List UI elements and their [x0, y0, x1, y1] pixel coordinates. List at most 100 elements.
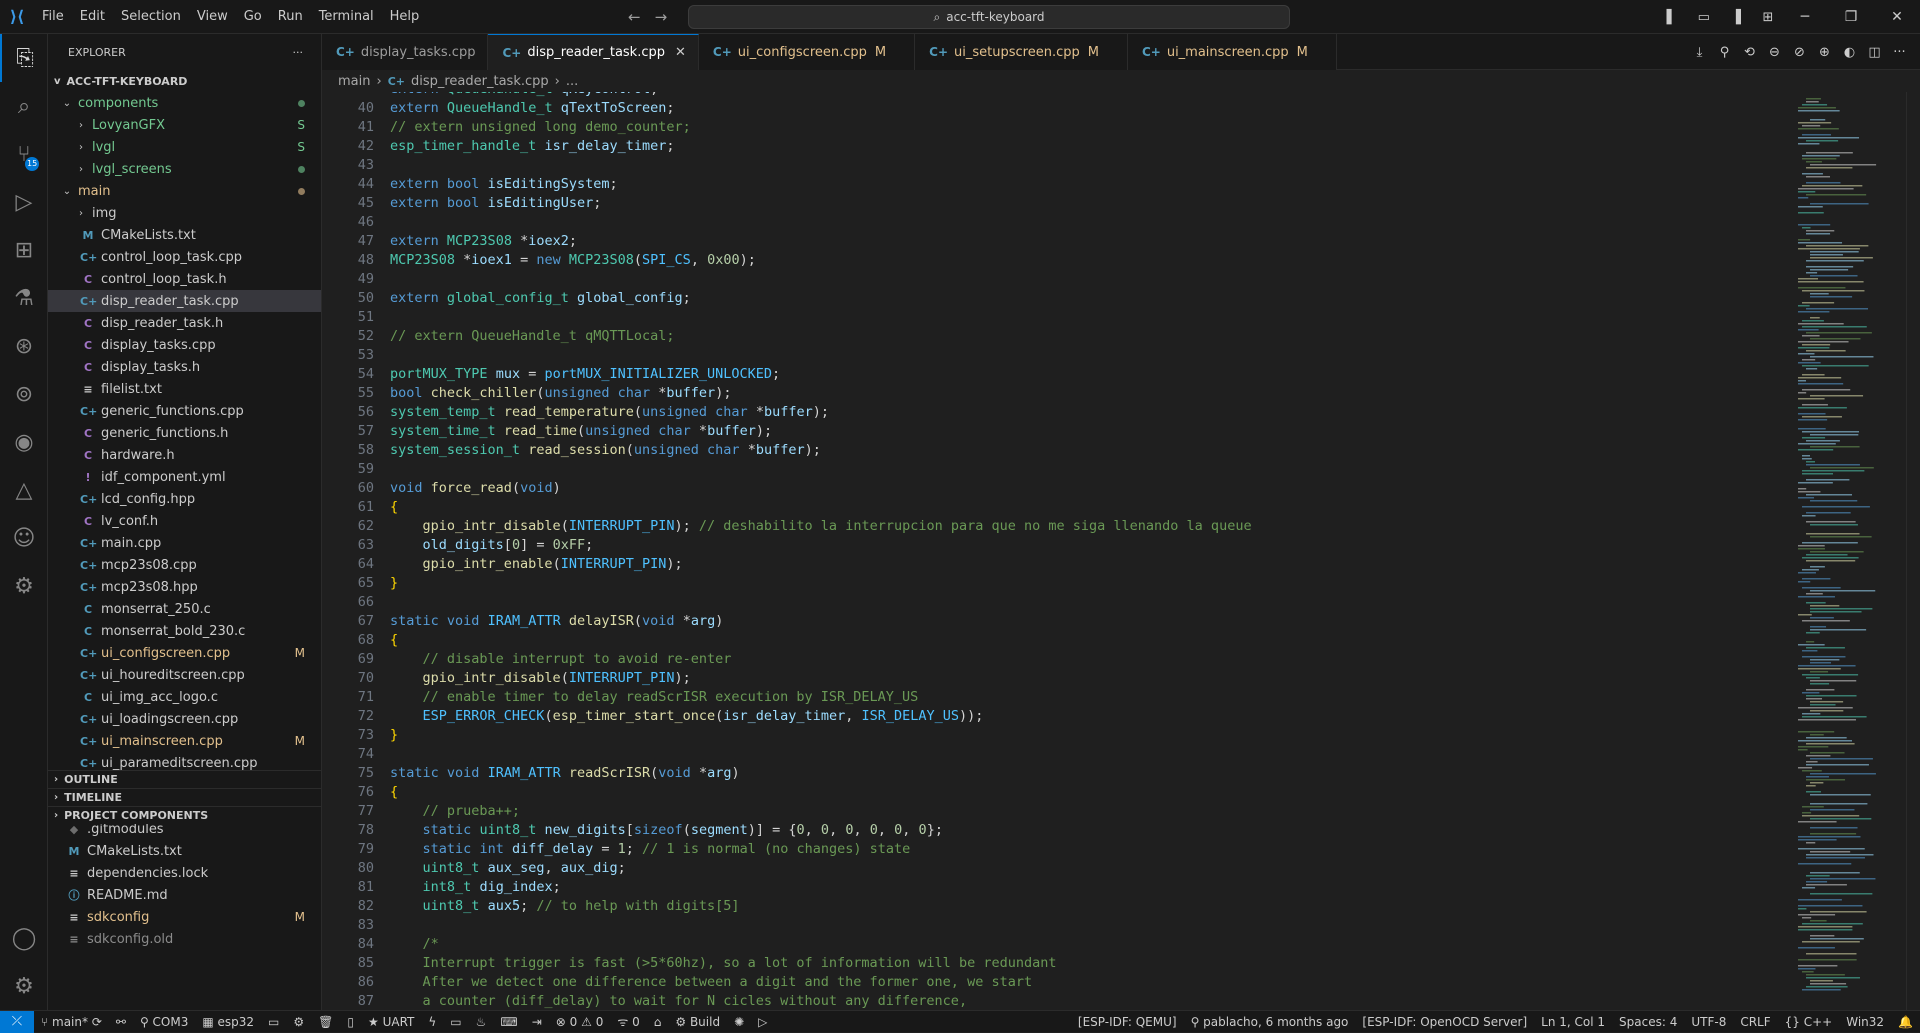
device-icon[interactable]: ⚙ — [0, 562, 48, 610]
source-control-icon[interactable]: ⑂ 15 — [0, 130, 48, 178]
code-line[interactable]: 62 gpio_intr_disable(INTERRUPT_PIN); // … — [322, 517, 1782, 536]
restore-button[interactable]: ❐ — [1828, 9, 1874, 25]
file-item[interactable]: C+ mcp23s08.hpp — [48, 576, 321, 598]
code-line[interactable]: 68 { — [322, 631, 1782, 650]
search-view-icon[interactable]: ⌕ — [0, 82, 48, 130]
toggle-secondary-sidebar-icon[interactable]: ▐ — [1722, 10, 1750, 25]
accounts-icon[interactable]: ◯ — [0, 914, 48, 962]
menu-edit[interactable]: Edit — [72, 0, 113, 34]
section-timeline[interactable]: › TIMELINE — [48, 788, 321, 806]
customize-layout-icon[interactable]: ⊞ — [1754, 10, 1782, 25]
open-changes-icon[interactable]: ◐ — [1837, 45, 1862, 60]
git-forward-icon[interactable]: ⊘ — [1787, 45, 1812, 60]
indentation[interactable]: Spaces: 4 — [1612, 1015, 1684, 1029]
code-line[interactable]: 65} — [322, 574, 1782, 593]
problems-item[interactable]: ⊗ 0 ⚠ 0 — [549, 1015, 611, 1029]
extensions-icon[interactable]: ⊞ — [0, 226, 48, 274]
platform[interactable]: Win32 — [1839, 1015, 1891, 1029]
code-line[interactable]: 67 static void IRAM_ATTR delayISR(void *a… — [322, 612, 1782, 631]
build-item[interactable]: ⚙ Build — [668, 1015, 727, 1029]
code-line[interactable]: 57 system_time_t read_time(unsigned char … — [322, 422, 1782, 441]
code-line[interactable]: 71 // enable timer to delay readScrISR e… — [322, 688, 1782, 707]
explorer-icon[interactable]: ⎘ — [0, 34, 48, 82]
toggle-sidebar-icon[interactable]: ▌ — [1658, 10, 1686, 25]
breadcrumb-folder[interactable]: main — [338, 74, 370, 89]
notifications-bell-icon[interactable]: 🔔 — [1891, 1015, 1920, 1029]
line-ending[interactable]: CRLF — [1733, 1015, 1777, 1029]
code-line[interactable]: 47 extern MCP23S08 *ioex2; — [322, 232, 1782, 251]
code-line[interactable]: 45 extern bool isEditingUser; — [322, 194, 1782, 213]
encoding[interactable]: UTF-8 — [1684, 1015, 1733, 1029]
folder-item[interactable]: › img — [48, 202, 321, 224]
code-line[interactable]: 87 a counter (diff_delay) to wait for N … — [322, 992, 1782, 1010]
close-tab-icon[interactable]: ✕ — [675, 45, 686, 60]
manage-gear-icon[interactable]: ⚙ — [0, 962, 48, 1010]
flash-icon[interactable]: ϟ — [421, 1015, 443, 1029]
code-line[interactable]: 77 // prueba++; — [322, 802, 1782, 821]
debug-icon[interactable]: ⇥ — [525, 1015, 549, 1029]
tab-display-tasks-cpp[interactable]: C+ display_tasks.cpp — [322, 34, 489, 70]
file-item[interactable]: M CMakeLists.txt — [48, 840, 321, 862]
code-line[interactable]: 56 system_temp_t read_temperature(unsigne… — [322, 403, 1782, 422]
code-line[interactable]: 44 extern bool isEditingSystem; — [322, 175, 1782, 194]
file-item[interactable]: C+ ui_configscreen.cpp M — [48, 642, 321, 664]
code-line[interactable]: 80 uint8_t aux_seg, aux_dig; — [322, 859, 1782, 878]
trash-icon[interactable]: 🗑 — [311, 1015, 340, 1029]
platformio-icon[interactable]: ☺ — [0, 514, 48, 562]
testing-icon[interactable]: ⚗ — [0, 274, 48, 322]
code-line[interactable]: 60 void force_read(void) — [322, 479, 1782, 498]
code-line[interactable]: 64 gpio_intr_enable(INTERRUPT_PIN); — [322, 555, 1782, 574]
code-line[interactable]: 76 { — [322, 783, 1782, 802]
bug-icon[interactable]: ✺ — [727, 1015, 751, 1029]
ports-item[interactable]: ᯤ 0 — [610, 1013, 646, 1030]
code-line[interactable]: 43 — [322, 156, 1782, 175]
breadcrumb-symbol[interactable]: ... — [566, 74, 578, 89]
code-line[interactable]: 69 // disable interrupt to avoid re-ente… — [322, 650, 1782, 669]
file-item[interactable]: Ccontrol_loop_task.h — [48, 268, 321, 290]
menu-run[interactable]: Run — [270, 0, 311, 34]
minimize-button[interactable]: ─ — [1782, 9, 1828, 25]
code-line[interactable]: 53 — [322, 346, 1782, 365]
code-line[interactable]: extern QueueHandle_t qKeyControl; — [322, 92, 1782, 99]
code-line[interactable]: 81 int8_t dig_index; — [322, 878, 1782, 897]
qemu-item[interactable]: [ESP-IDF: QEMU] — [1071, 1015, 1184, 1029]
command-center[interactable]: ⌕ acc-tft-keyboard — [688, 5, 1290, 29]
code-line[interactable]: 51 — [322, 308, 1782, 327]
code-line[interactable]: 61 { — [322, 498, 1782, 517]
remote-explorer-icon[interactable]: ⊚ — [0, 370, 48, 418]
file-item[interactable]: ≡ filelist.txt — [48, 378, 321, 400]
esp-target-icon[interactable]: ⚯ — [109, 1015, 133, 1029]
code-line[interactable]: 59 — [322, 460, 1782, 479]
close-window-button[interactable]: ✕ — [1874, 9, 1920, 25]
code-line[interactable]: 82 uint8_t aux5; // to help with digits[… — [322, 897, 1782, 916]
code-line[interactable]: 84 /* — [322, 935, 1782, 954]
section-project-components[interactable]: › PROJECT COMPONENTS — [48, 806, 321, 824]
file-item[interactable]: ⓘ README.md — [48, 884, 321, 906]
port-item[interactable]: ⚲ COM3 — [133, 1015, 195, 1029]
file-item[interactable]: Chardware.h — [48, 444, 321, 466]
toggle-panel-icon[interactable]: ▭ — [1690, 10, 1718, 25]
file-item[interactable]: C+ ui_houreditscreen.cpp — [48, 664, 321, 686]
code-line[interactable]: 66 — [322, 593, 1782, 612]
file-item[interactable]: C+ main.cpp — [48, 532, 321, 554]
menu-selection[interactable]: Selection — [113, 0, 189, 34]
forward-arrow-icon[interactable]: → — [655, 8, 668, 26]
code-line[interactable]: 55 bool check_chiller(unsigned char *buff… — [322, 384, 1782, 403]
tab-disp-reader-task-cpp[interactable]: C+ disp_reader_task.cpp ✕ — [488, 34, 699, 70]
menu-file[interactable]: File — [34, 0, 72, 34]
flash-method-item[interactable]: ★ UART — [361, 1015, 421, 1029]
file-item[interactable]: C+ ui_mainscreen.cpp M — [48, 730, 321, 752]
espressif-icon[interactable]: ◉ — [0, 418, 48, 466]
split-editor-icon[interactable]: ◫ — [1862, 45, 1887, 60]
code-line[interactable]: 46 — [322, 213, 1782, 232]
code-line[interactable]: 58 system_session_t read_session(unsigned… — [322, 441, 1782, 460]
code-line[interactable]: 54 portMUX_TYPE mux = portMUX_INITIALIZER… — [322, 365, 1782, 384]
file-item[interactable]: Cmonserrat_250.c — [48, 598, 321, 620]
settings-icon[interactable]: ⚙ — [286, 1015, 311, 1029]
file-item[interactable]: Cdisplay_tasks.h — [48, 356, 321, 378]
code-line[interactable]: 70 gpio_intr_disable(INTERRUPT_PIN); — [322, 669, 1782, 688]
idf-explorer-icon[interactable]: △ — [0, 466, 48, 514]
code-line[interactable]: 49 — [322, 270, 1782, 289]
code-line[interactable]: 73} — [322, 726, 1782, 745]
code-line[interactable]: 42 esp_timer_handle_t isr_delay_timer; — [322, 137, 1782, 156]
